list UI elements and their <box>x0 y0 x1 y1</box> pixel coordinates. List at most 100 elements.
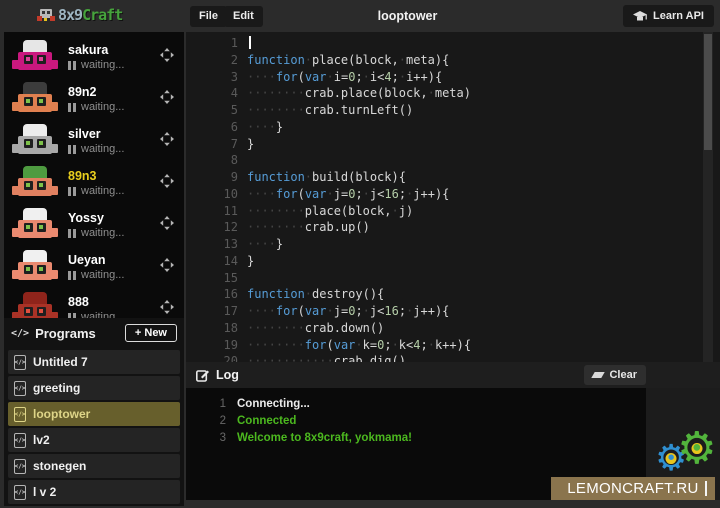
code-text: ····for(var·j=0;·j<16;·j++){ <box>247 186 449 203</box>
player-row[interactable]: 89n3waiting... <box>4 162 184 204</box>
code-text <box>247 35 251 52</box>
program-file-icon: </> <box>14 485 26 500</box>
code-line[interactable]: 17····for(var·j=0;·j<16;·j++){ <box>186 303 720 320</box>
player-info: 888waiting... <box>68 295 124 318</box>
player-status: waiting... <box>68 185 124 197</box>
line-number: 4 <box>186 85 238 102</box>
code-line[interactable]: 3····for(var·i=0;·i<4;·i++){ <box>186 69 720 86</box>
code-line[interactable]: 14} <box>186 253 720 270</box>
graduation-cap-icon <box>633 11 647 22</box>
code-line[interactable]: 10····for(var·j=0;·j<16;·j++){ <box>186 186 720 203</box>
learn-api-button[interactable]: Learn API <box>623 5 714 27</box>
move-icon[interactable] <box>160 216 174 235</box>
player-row[interactable]: 888waiting... <box>4 288 184 318</box>
player-avatar <box>12 250 58 284</box>
player-row[interactable]: Ueyan waiting... <box>4 246 184 288</box>
code-line[interactable]: 2function·place(block,·meta){ <box>186 52 720 69</box>
log-entry: 1Connecting... <box>186 396 646 413</box>
move-icon[interactable] <box>160 258 174 277</box>
player-info: 89n2waiting... <box>68 85 124 113</box>
code-line[interactable]: 6····} <box>186 119 720 136</box>
code-line[interactable]: 19········for(var·k=0;·k<4;·k++){ <box>186 337 720 354</box>
line-number: 6 <box>186 119 238 136</box>
code-line[interactable]: 13····} <box>186 236 720 253</box>
player-avatar <box>12 40 58 74</box>
player-status: waiting... <box>68 311 124 318</box>
code-line[interactable]: 15 <box>186 270 720 287</box>
player-row[interactable]: Yossywaiting... <box>4 204 184 246</box>
player-status-text: waiting... <box>81 59 124 71</box>
log-title: Log <box>216 368 239 382</box>
programs-header: </> Programs + New <box>4 318 184 348</box>
code-line[interactable]: 9 function·build(block){ <box>186 169 720 186</box>
code-line[interactable]: 4 ········crab.place(block,·meta) <box>186 85 720 102</box>
program-item[interactable]: </> looptower <box>8 402 180 426</box>
player-name: Ueyan <box>68 253 124 267</box>
code-lines: 12function·place(block,·meta){3····for(v… <box>186 32 720 362</box>
code-line[interactable]: 11········place(block,·j) <box>186 203 720 220</box>
lemoncraft-watermark-link[interactable]: LEMONCRAFT.RU <box>551 477 715 500</box>
move-icon[interactable] <box>160 90 174 109</box>
editor-scrollbar-thumb[interactable] <box>704 34 712 150</box>
code-line[interactable]: 8 <box>186 152 720 169</box>
clear-log-button[interactable]: Clear <box>584 365 646 385</box>
line-number: 16 <box>186 286 238 303</box>
player-row[interactable]: 89n2waiting... <box>4 78 184 120</box>
player-status-text: waiting... <box>81 311 124 318</box>
watermark-text: LEMONCRAFT.RU <box>567 480 698 497</box>
player-row[interactable]: sakura waiting... <box>4 36 184 78</box>
code-editor[interactable]: 12function·place(block,·meta){3····for(v… <box>186 32 720 362</box>
code-text: function·destroy(){ <box>247 286 384 303</box>
player-avatar <box>12 292 58 318</box>
program-item[interactable]: </>lv2 <box>8 428 180 452</box>
code-line[interactable]: 16 function·destroy(){ <box>186 286 720 303</box>
line-number: 7 <box>186 136 238 153</box>
player-avatar <box>12 82 58 116</box>
player-name: sakura <box>68 43 124 57</box>
code-text: ········crab.place(block,·meta) <box>247 85 471 102</box>
pause-icon <box>68 187 76 196</box>
player-status: waiting... <box>68 143 124 155</box>
move-icon[interactable] <box>160 132 174 151</box>
program-item[interactable]: </> l v 2 <box>8 480 180 504</box>
program-item-label: l v 2 <box>33 485 56 499</box>
code-line[interactable]: 12········crab.up() <box>186 219 720 236</box>
code-line[interactable]: 7} <box>186 136 720 153</box>
move-icon[interactable] <box>160 300 174 319</box>
program-file-icon: </> <box>14 407 26 422</box>
code-text: } <box>247 253 254 270</box>
code-line[interactable]: 20············crab.dig() <box>186 353 720 362</box>
code-text: ············crab.dig() <box>247 353 406 362</box>
program-item[interactable]: </>Untitled 7 <box>8 350 180 374</box>
program-item[interactable]: </>greeting <box>8 376 180 400</box>
move-icon[interactable] <box>160 48 174 67</box>
top-bar: 8x9Craft File Edit looptower Learn API <box>0 0 720 32</box>
program-item-label: Untitled 7 <box>33 355 88 369</box>
log-header: Log Clear <box>186 362 720 388</box>
code-line[interactable]: 18········crab.down() <box>186 320 720 337</box>
line-number: 15 <box>186 270 238 287</box>
log-entry-text: Welcome to 8x9craft, yokmama! <box>237 430 412 447</box>
player-status: waiting... <box>68 269 124 281</box>
code-line[interactable]: 5········crab.turnLeft() <box>186 102 720 119</box>
code-text: ········crab.turnLeft() <box>247 102 413 119</box>
program-item[interactable]: </>stonegen <box>8 454 180 478</box>
new-program-button[interactable]: + New <box>125 324 177 342</box>
pause-icon <box>68 103 76 112</box>
program-item-label: looptower <box>33 407 90 421</box>
log-entry-text: Connected <box>237 413 296 430</box>
line-number: 18 <box>186 320 238 337</box>
code-line[interactable]: 1 <box>186 35 720 52</box>
learn-api-label: Learn API <box>653 10 704 22</box>
code-text: function·build(block){ <box>247 169 406 186</box>
editor-scrollbar[interactable] <box>703 32 713 362</box>
program-item-label: lv2 <box>33 433 50 447</box>
player-row[interactable]: silverwaiting... <box>4 120 184 162</box>
move-icon[interactable] <box>160 174 174 193</box>
line-number: 12 <box>186 219 238 236</box>
line-number: 9 <box>186 169 238 186</box>
line-number: 14 <box>186 253 238 270</box>
pause-icon <box>68 145 76 154</box>
pause-icon <box>68 229 76 238</box>
player-info: Yossywaiting... <box>68 211 124 239</box>
